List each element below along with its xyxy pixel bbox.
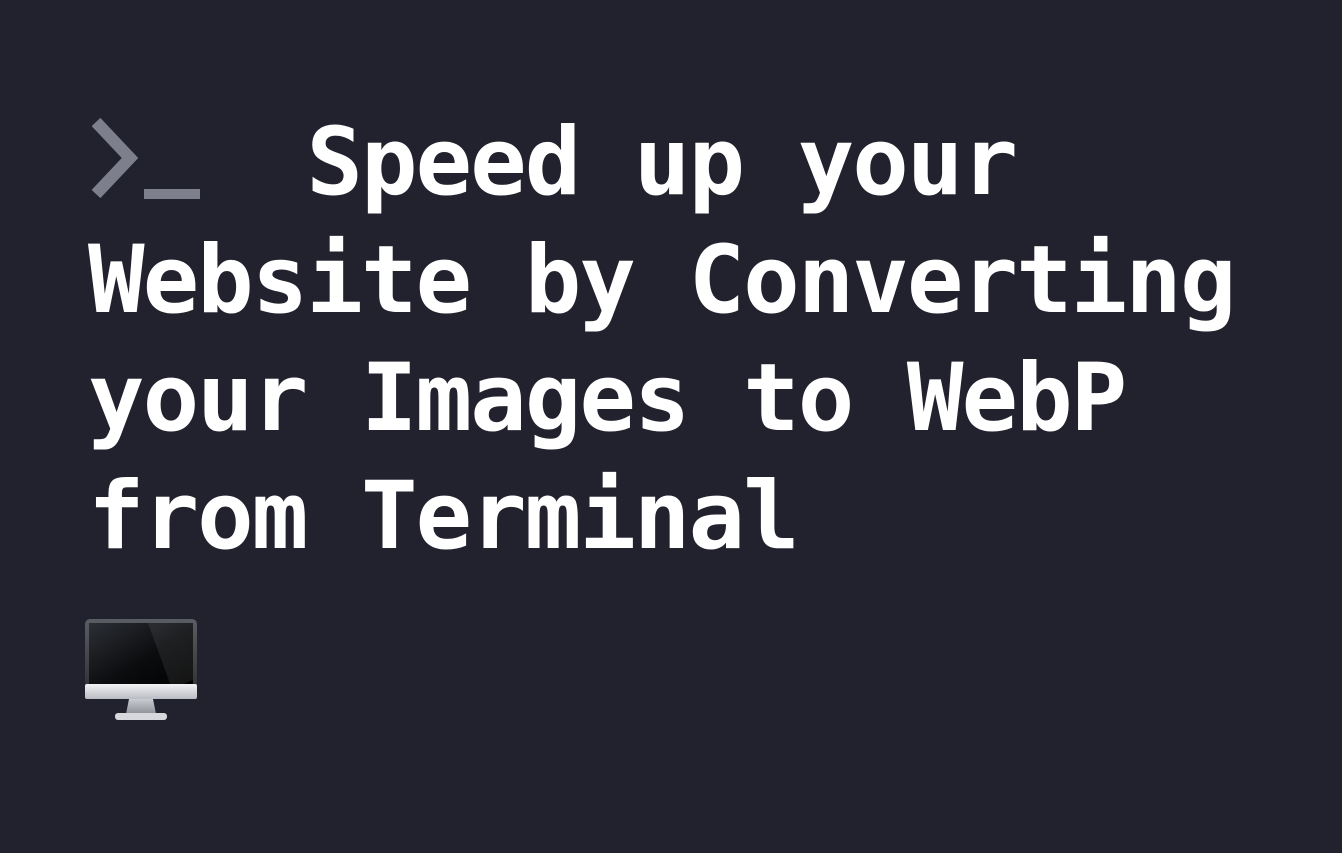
title-line-3: your Images to WebP: [88, 344, 1127, 453]
title-line-4: from Terminal: [88, 462, 800, 571]
title-line-2: Website by Converting: [88, 226, 1236, 335]
desktop-computer-icon: [85, 619, 197, 720]
title-line-1: Speed up your: [88, 108, 1018, 217]
page-title: Speed up your Website by Converting your…: [88, 104, 1308, 576]
title-card: Speed up your Website by Converting your…: [0, 0, 1342, 853]
